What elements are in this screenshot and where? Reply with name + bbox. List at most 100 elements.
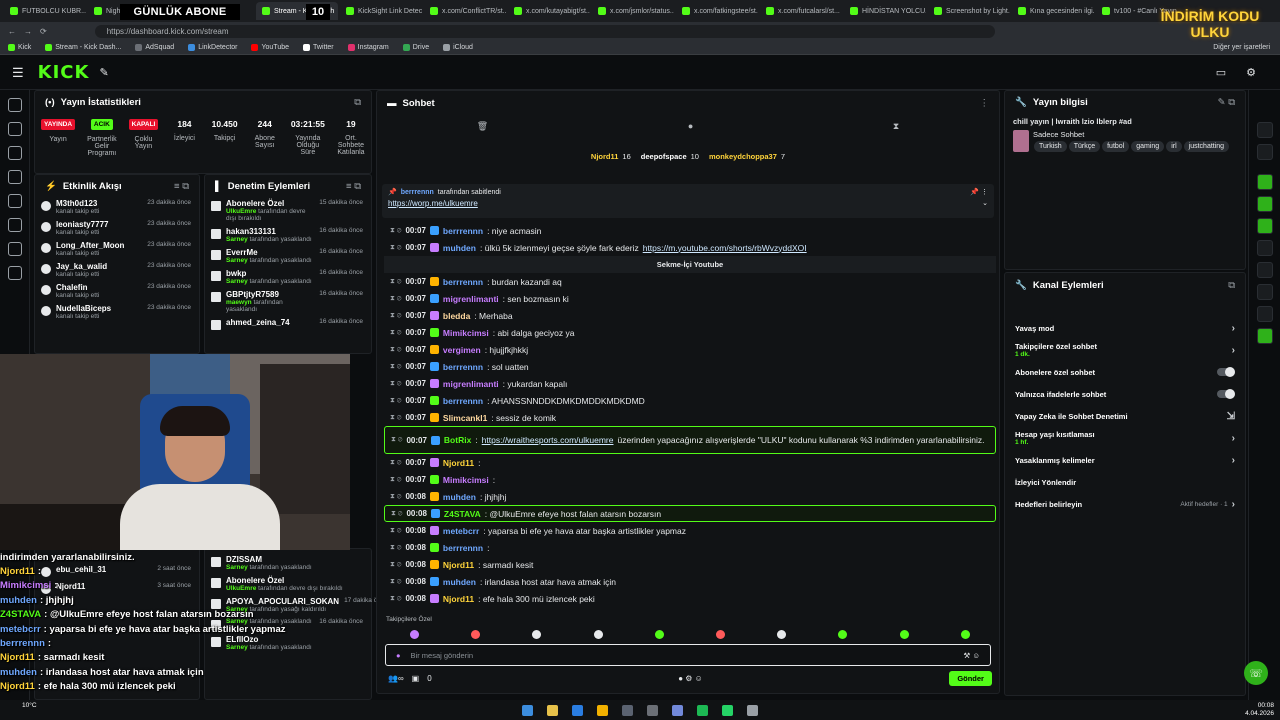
stream-tag[interactable]: irl [1166,141,1182,152]
chat-message[interactable]: ⧗ ⊘ 00:08 metebcrr: yaparsa bi efe ye hava… [384,522,996,539]
moderation-item[interactable]: GBPtjtyR7589 maewyn tarafından yasaklandı… [205,288,371,316]
pin-icon[interactable]: ⧗ ⊘ [390,244,401,252]
stream-tag[interactable]: Türkçe [1068,141,1101,152]
tool-icon[interactable] [1256,284,1273,300]
more-icon[interactable]: ⋮ [980,98,990,109]
chat-message[interactable]: ⧗ ⊘ 00:07 Njord11: [384,454,996,471]
pin-icon[interactable]: ⧗ ⊘ [391,510,402,518]
event-item[interactable]: NudellaBiceps kanalı takip etti 23 dakika … [35,302,199,323]
stream-tag[interactable]: gaming [1131,141,1165,152]
browser-tab[interactable]: FUTBOLCU KUBR... [4,2,86,20]
message-user[interactable]: Njord11 [443,594,474,604]
chat-message[interactable]: ⧗ ⊘ 00:07 vergimen: hjujjfkjhkkj [384,341,996,358]
emote-icon[interactable] [654,629,664,639]
chat-message[interactable]: ⧗ ⊘ 00:07 BotRix: https://wraithesports.com… [384,426,996,454]
link-icon[interactable] [7,122,22,136]
stream-tag[interactable]: Turkish [1034,141,1067,152]
message-user[interactable]: bledda [443,311,470,321]
lightning-icon[interactable] [1256,174,1273,190]
message-user[interactable]: vergimen [443,345,481,355]
pin-icon[interactable]: ⧗ ⊘ [390,329,401,337]
clipboard-icon[interactable] [1256,196,1273,212]
gifter[interactable]: Njord11 16 [591,152,631,161]
pin-icon[interactable]: ⧗ ⊘ [390,363,401,371]
event-item[interactable]: Chalefin kanalı takip etti 23 dakika önce [35,281,199,302]
stream-tag[interactable]: justchatting [1183,141,1230,152]
hourglass-icon[interactable]: ⧗ [893,121,899,132]
chat-message[interactable]: ⧗ ⊘ 00:07 bledda: Merhaba [384,307,996,324]
pin-icon[interactable]: ⧗ ⊘ [390,295,401,303]
pin-icon[interactable]: ⧗ ⊘ [390,459,401,467]
bookmark-item[interactable]: AdSquad [135,43,174,51]
pin-icon[interactable]: ⧗ ⊘ [390,544,401,552]
popout-icon[interactable]: ⧉ [354,97,361,108]
channel-action-item[interactable]: Yasaklanmış kelimeler › [1005,449,1245,471]
spotify-icon[interactable] [697,704,708,716]
chat-message[interactable]: ⧗ ⊘ 00:07 Mimikcimsi: abi dalga geciyoz ya [384,324,996,341]
channel-action-item[interactable]: Abonelere özel sohbet [1005,361,1245,383]
chat-input[interactable]: ● Bir mesaj gönderin ⚒ ☺ [385,644,991,666]
wallet-icon[interactable] [7,266,22,280]
channel-action-item[interactable]: Hedefleri belirleyin Aktif hedefler · 1 › [1005,493,1245,515]
pin-icon[interactable]: ⧗ ⊘ [390,476,401,484]
message-user[interactable]: BotRix [444,435,471,445]
trophy-icon[interactable] [7,170,22,184]
filter-icon[interactable]: ≡ ⧉ [346,181,361,192]
chat-bubble-icon[interactable]: ● [688,121,693,131]
browser-tab[interactable]: x.com/jsmlor/status... [592,2,674,20]
chat-message[interactable]: ⧗ ⊘ 00:07 migrenlimanti: sen bozmasın ki [384,290,996,307]
pin-icon[interactable]: ⧗ ⊘ [390,527,401,535]
emote-icon[interactable] [899,629,909,639]
code-icon[interactable] [1256,240,1273,256]
browser-tab[interactable]: Kına gecesinden ilgi... [1012,2,1094,20]
emote-icon[interactable] [960,629,970,639]
wrench-icon[interactable] [7,218,22,232]
points-icon[interactable]: ▣ [412,674,420,683]
chevron-down-icon[interactable]: ⌄ [982,199,988,208]
message-user[interactable]: Mimikcimsi [443,328,489,338]
chat-message[interactable]: ⧗ ⊘ 00:07 migrenlimanti: yukardan kapalı [384,375,996,392]
message-user[interactable]: berrrennn [443,226,483,236]
message-user[interactable]: migrenlimanti [443,294,499,304]
app-icon[interactable] [647,704,658,716]
browser-tab[interactable]: x.com/ConflictTR/st... [424,2,506,20]
settings-icon[interactable] [747,704,758,716]
chat-settings-icon[interactable]: ● ⚙ ☺ [678,674,703,683]
settings-icon[interactable]: ⚙ [1246,66,1256,79]
trash-icon[interactable]: 🗑 [477,121,488,132]
chat-message[interactable]: ⧗ ⊘ 00:07 berrrennn: niye acmasin [384,222,996,239]
pin-icon[interactable]: ⧗ ⊘ [390,278,401,286]
bookmark-item[interactable]: Kick [8,43,31,51]
pin-icon[interactable]: ⧗ ⊘ [390,493,401,501]
emote-icon[interactable] [716,629,726,639]
moderation-item[interactable]: bwkp Sarney tarafından yasaklandı 16 dakik… [205,267,371,288]
unpin-icon[interactable]: 📌 ⋮ [970,188,988,196]
back-icon[interactable]: ← [8,27,16,36]
message-user[interactable]: Mimikcimsi [443,475,489,485]
chat-message[interactable]: ⧗ ⊘ 00:08 Njord11: efe hala 300 mü izlence… [384,590,996,607]
event-item[interactable]: Jay_ka_walid kanalı takip etti 23 dakika ö… [35,260,199,281]
chat-fab-button[interactable]: ☏ [1244,661,1268,685]
browser-tab[interactable]: HİNDİSTAN YOLCU... [844,2,926,20]
browser-tab[interactable]: x.com/futcalarsl/st... [760,2,842,20]
event-item[interactable]: M3th0d123 kanalı takip etti 23 dakika önce [35,197,199,218]
edge-icon[interactable] [572,704,583,716]
chat-message[interactable]: ⧗ ⊘ 00:07 Slimcankl1: sessiz de komik [384,409,996,426]
chat-message[interactable]: ⧗ ⊘ 00:08 Z4STAVA: @UlkuEmre efeye host fa… [384,505,996,522]
pin-icon[interactable]: ⧗ ⊘ [390,561,401,569]
gifter[interactable]: deepofspace 10 [641,152,699,161]
gifter[interactable]: monkeydchoppa37 7 [709,152,785,161]
bookmark-item[interactable]: Twitter [303,43,334,51]
explorer-icon[interactable] [547,704,558,716]
chat-message[interactable]: ⧗ ⊘ 00:07 berrrennn: sol uatten [384,358,996,375]
message-link[interactable]: https://wraithesports.com/ulkuemre [482,435,614,445]
bookmark-item[interactable]: Instagram [347,43,389,51]
message-user[interactable]: Njord11 [443,560,474,570]
chat-message[interactable]: ⧗ ⊘ 00:08 muhden: irlandasa host atar hava… [384,573,996,590]
poll-icon[interactable] [1256,328,1273,344]
pin-icon[interactable]: ⧗ ⊘ [390,346,401,354]
bookmark-item[interactable]: iCloud [443,43,473,51]
toggle-switch[interactable] [1217,389,1235,399]
channel-action-item[interactable]: Yavaş mod › [1005,317,1245,339]
channel-action-item[interactable]: Hesap yaşı kısıtlaması 1 hf. › [1005,427,1245,449]
